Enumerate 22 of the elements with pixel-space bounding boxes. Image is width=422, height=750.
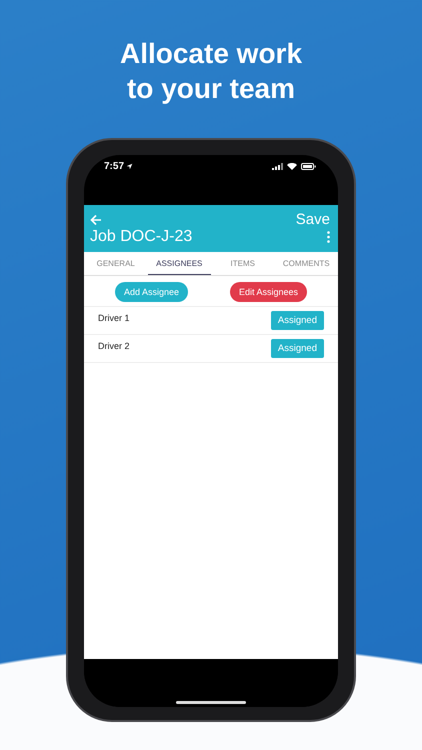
assigned-button[interactable]: Assigned <box>270 339 324 358</box>
assignee-name: Driver 1 <box>98 312 130 322</box>
home-indicator <box>176 701 246 704</box>
headline: to your team <box>126 72 296 106</box>
add-assignee-button[interactable]: Add Assignee <box>114 282 188 302</box>
more-icon[interactable] <box>327 231 330 243</box>
tab[interactable]: ASSIGNEES <box>148 252 211 275</box>
edit-assignees-button[interactable]: Edit Assignees <box>230 282 308 302</box>
wifi-icon <box>287 163 297 170</box>
assigned-button[interactable]: Assigned <box>270 311 324 330</box>
save-button[interactable]: Save <box>296 211 330 228</box>
tab[interactable]: COMMENTS <box>274 252 338 275</box>
status-time: 7:57 <box>104 161 124 172</box>
tab[interactable]: GENERAL <box>84 252 148 275</box>
headline: Allocate work <box>120 37 302 71</box>
assignee-name: Driver 2 <box>98 340 130 350</box>
battery-icon <box>301 163 316 170</box>
signal-icon <box>272 163 283 170</box>
location-icon <box>126 163 134 170</box>
back-arrow-icon[interactable] <box>90 214 102 226</box>
tab[interactable]: ITEMS <box>211 252 274 275</box>
job-title: Job DOC-J-23 <box>90 228 192 246</box>
